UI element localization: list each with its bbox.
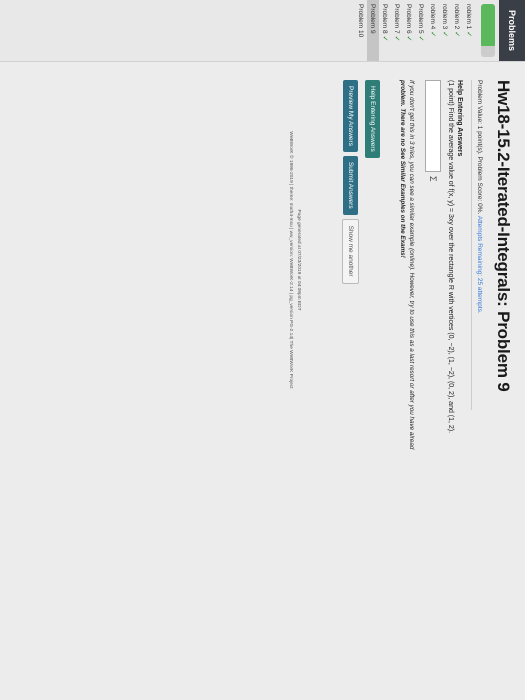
sidebar-item-problem[interactable]: roblem 3 ✓: [439, 0, 451, 61]
sidebar-item-label: roblem 2: [453, 4, 461, 30]
answer-row: Σ: [425, 80, 441, 690]
check-icon: ✓: [441, 31, 448, 38]
sidebar-item-label: Problem 10: [357, 4, 365, 38]
problem-main: Hw18-15.2-Iterated-Integrals: Problem 9 …: [0, 70, 525, 700]
help-entering-answers-button[interactable]: Help Entering Answers: [365, 80, 380, 158]
sidebar-item-problem[interactable]: Problem 10: [355, 0, 367, 61]
problem-statement: (1 point) Find the average value of f(x,…: [447, 80, 454, 434]
show-another-button[interactable]: Show me another: [342, 218, 359, 284]
note-line-2: problem. There are no See Similar Exampl…: [399, 80, 407, 258]
problem-score: Problem Score: 0%.: [476, 156, 483, 215]
progress-fill: [481, 4, 495, 47]
sidebar-item-problem[interactable]: Problem 5 ✓: [415, 0, 427, 61]
sidebar-item-label: Problem 6: [405, 4, 413, 34]
equation-editor-icon[interactable]: Σ: [428, 176, 438, 182]
sidebar-item-problem[interactable]: roblem 1 ✓: [463, 0, 475, 61]
page-title: Hw18-15.2-Iterated-Integrals: Problem 9: [494, 80, 513, 392]
help-heading: Help Entering Answers: [456, 80, 463, 157]
sidebar-item-problem[interactable]: Problem 9: [367, 0, 379, 61]
footer-copyright: WeBWorK © 1996-2019 | theme: math4-msu |…: [288, 131, 294, 389]
note-line-1: If you don't get this in 3 tries, you ca…: [408, 80, 415, 450]
page-footer: Page generated at 07/23/2019 at 04:09pm …: [287, 80, 302, 440]
check-icon: ✓: [393, 35, 400, 42]
sidebar-item-label: Problem 5: [417, 4, 425, 34]
check-icon: ✓: [429, 31, 436, 38]
sidebar-item-label: roblem 4: [429, 4, 437, 30]
answer-input[interactable]: [425, 80, 441, 172]
footer-generated: Page generated at 07/23/2019 at 04:09pm …: [296, 209, 301, 311]
sidebar-item-problem[interactable]: Problem 7 ✓: [391, 0, 403, 61]
check-icon: ✓: [453, 31, 460, 38]
sidebar-item-label: Problem 7: [393, 4, 401, 34]
check-icon: ✓: [405, 35, 412, 42]
check-icon: ✓: [381, 35, 388, 42]
sidebar-header: Problems: [499, 0, 525, 61]
sidebar-item-problem[interactable]: roblem 2 ✓: [451, 0, 463, 61]
check-icon: ✓: [465, 31, 472, 38]
progress-bar: [481, 4, 495, 57]
sidebar-item-label: roblem 1: [465, 4, 473, 30]
problem-list: roblem 1 ✓ roblem 2 ✓ roblem 3 ✓ roblem 4 ✓ Prob…: [355, 0, 475, 61]
submit-answers-button[interactable]: Submit Answers: [343, 155, 358, 215]
sidebar-item-label: Problem 9: [369, 4, 377, 34]
webwork-page: Problems roblem 1 ✓ roblem 2 ✓ roblem 3 ✓ robl…: [0, 0, 525, 700]
sidebar-item-label: roblem 3: [441, 4, 449, 30]
sidebar-item-problem[interactable]: roblem 4 ✓: [427, 0, 439, 61]
sidebar-item-label: Problem 8: [381, 4, 389, 34]
sidebar-item-problem[interactable]: Problem 8 ✓: [379, 0, 391, 61]
problem-sidebar: Problems roblem 1 ✓ roblem 2 ✓ roblem 3 ✓ robl…: [0, 0, 525, 62]
preview-answers-button[interactable]: Preview My Answers: [343, 80, 358, 152]
similar-example-note: If you don't get this in 3 tries, you ca…: [398, 80, 416, 550]
divider: [471, 80, 472, 410]
sidebar-item-problem[interactable]: Problem 6 ✓: [403, 0, 415, 61]
action-buttons: Preview My Answers Submit Answers Show m…: [342, 80, 359, 690]
problem-status: Problem Value: 1 point(s). Problem Score…: [476, 80, 483, 690]
attempts-remaining: Attempts Remaining: 25 attempts.: [476, 215, 483, 314]
problem-value: Problem Value: 1 point(s).: [476, 80, 483, 155]
check-icon: ✓: [417, 35, 424, 42]
